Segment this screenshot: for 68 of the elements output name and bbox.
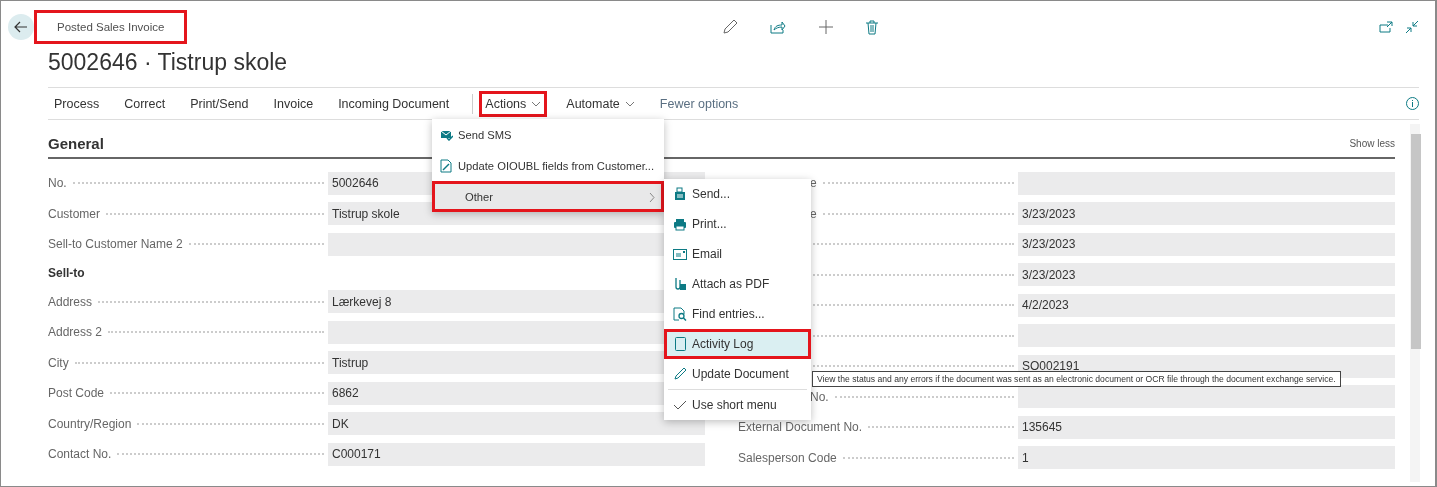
chevron-right-icon (649, 192, 655, 203)
field-value: 3/23/2023 (1018, 263, 1395, 287)
field-label: Country/Region (48, 416, 133, 431)
menu-item[interactable]: Other (432, 181, 664, 212)
field-label: Post Code (48, 386, 106, 401)
action-tab[interactable]: Incoming Document (332, 90, 456, 117)
field-label: Customer (48, 206, 101, 221)
action-tab[interactable]: Process (48, 90, 106, 117)
show-less-link[interactable]: Show less (1349, 132, 1395, 149)
field-value: 3/23/2023 (1018, 232, 1395, 256)
menu-item[interactable]: Send... (664, 179, 811, 209)
field-value: 4/2/2023 (1018, 293, 1395, 317)
menu-item[interactable]: Find entries... (664, 299, 811, 329)
field-label: No. (810, 389, 830, 404)
section-title: General (48, 134, 104, 152)
menu-item[interactable]: Activity Log (664, 329, 811, 359)
page-title: 5002646 · Tistrup skole (48, 49, 289, 76)
back-button[interactable] (8, 14, 34, 40)
field-label: e (810, 176, 818, 191)
field-label: Contact No. (48, 447, 113, 462)
printer-icon (673, 217, 687, 231)
tooltip: View the status and any errors if the document was sent as an electronic document or OCR file through the document exchange service. (812, 371, 1341, 387)
field-value: 1 (1018, 446, 1395, 470)
info-icon[interactable] (1406, 97, 1419, 110)
field-value: 3/23/2023 (1018, 202, 1395, 226)
menu-item[interactable]: Update Document (664, 359, 811, 389)
delete-icon[interactable] (866, 19, 879, 35)
menu-item[interactable]: Email (664, 239, 811, 269)
field-value: C000171 (328, 442, 705, 466)
paperclip-icon (673, 277, 687, 291)
envelope-icon (673, 248, 687, 260)
chevron-down-icon (531, 100, 542, 107)
field-label: Address 2 (48, 325, 104, 340)
link[interactable]: Fewer options (653, 90, 745, 117)
field-label: e (810, 206, 818, 221)
document-edit-icon (440, 158, 452, 173)
share-icon[interactable] (770, 19, 787, 35)
scrollbar[interactable] (1410, 124, 1420, 482)
envelope-icon (439, 128, 453, 141)
menu-item[interactable]: Send SMS (432, 119, 664, 150)
back-arrow-icon (14, 21, 28, 33)
field-label: Address (48, 294, 94, 309)
field-value: DK (328, 412, 705, 436)
menu-item[interactable]: Attach as PDF (664, 269, 811, 299)
field-label: No. (48, 176, 68, 191)
check-icon (673, 400, 687, 410)
dropdown-menu-button[interactable]: Actions (479, 90, 548, 117)
field-label: Salesperson Code (738, 450, 838, 465)
edit-icon[interactable] (722, 19, 739, 35)
chevron-down-icon (624, 100, 635, 107)
field-label: Sell-to Customer Name 2 (48, 237, 184, 252)
subsection-heading: Sell-to (48, 266, 85, 280)
action-tab[interactable]: Print/Send (184, 90, 255, 117)
field-label: External Document No. (738, 420, 864, 435)
dropdown-menu-button[interactable]: Automate (560, 90, 641, 117)
field-value: 135645 (1018, 415, 1395, 439)
pencil-icon (673, 367, 687, 381)
breadcrumb: Posted Sales Invoice (34, 10, 188, 44)
collapse-icon[interactable] (1405, 20, 1419, 34)
menu-item[interactable]: Print... (664, 209, 811, 239)
document-search-icon (673, 307, 687, 321)
open-new-window-icon[interactable] (1379, 20, 1393, 34)
menu-item[interactable]: Update OIOUBL fields from Customer... (432, 150, 664, 181)
action-tab[interactable]: Invoice (267, 90, 320, 117)
action-tab[interactable]: Correct (118, 90, 172, 117)
menu-item[interactable]: Use short menu (664, 390, 811, 420)
field-label: City (48, 355, 70, 370)
document-icon (674, 337, 686, 351)
